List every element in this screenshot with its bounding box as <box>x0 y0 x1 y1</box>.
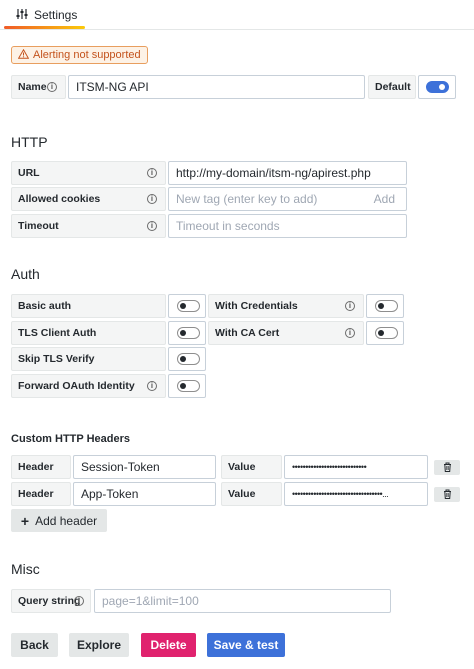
basic-auth-toggle-box <box>168 294 206 318</box>
explore-button[interactable]: Explore <box>69 633 129 657</box>
sliders-icon <box>16 8 28 23</box>
delete-button[interactable]: Delete <box>141 633 196 657</box>
header-name-input[interactable]: Session-Token <box>73 455 216 479</box>
name-input[interactable]: ITSM-NG API <box>68 75 365 99</box>
tls-client-auth-label: TLS Client Auth <box>11 321 166 345</box>
info-icon[interactable]: i <box>147 221 157 231</box>
alerting-warning-badge: Alerting not supported <box>11 46 148 64</box>
with-ca-cert-label: With CA Cert i <box>208 321 364 345</box>
skip-tls-verify-label: Skip TLS Verify <box>11 347 166 371</box>
url-label: URL i <box>11 161 166 185</box>
warning-icon <box>17 48 30 62</box>
auth-section-title: Auth <box>11 266 40 282</box>
plus-icon: + <box>20 512 30 529</box>
info-icon[interactable]: i <box>147 194 157 204</box>
cookies-placeholder: New tag (enter key to add) <box>176 192 318 206</box>
info-icon[interactable]: i <box>345 328 355 338</box>
basic-auth-toggle[interactable] <box>177 300 200 312</box>
custom-headers-title: Custom HTTP Headers <box>11 433 130 445</box>
with-credentials-toggle[interactable] <box>375 300 398 312</box>
default-toggle-box <box>418 75 456 99</box>
trash-icon <box>443 488 452 502</box>
value-label: Value <box>221 482 282 506</box>
with-credentials-toggle-box <box>366 294 404 318</box>
query-string-label: Query string i <box>11 589 91 613</box>
forward-oauth-toggle-box <box>168 374 206 398</box>
with-ca-cert-toggle-box <box>366 321 404 345</box>
info-icon[interactable]: i <box>147 381 157 391</box>
allowed-cookies-label: Allowed cookies i <box>11 187 166 211</box>
tls-client-auth-toggle-box <box>168 321 206 345</box>
http-section-title: HTTP <box>11 134 48 150</box>
url-input[interactable]: http://my-domain/itsm-ng/apirest.php <box>168 161 407 185</box>
skip-tls-verify-toggle-box <box>168 347 206 371</box>
delete-header-button[interactable] <box>434 487 460 502</box>
header-label: Header <box>11 455 71 479</box>
misc-section-title: Misc <box>11 561 40 577</box>
forward-oauth-toggle[interactable] <box>177 380 200 392</box>
default-label: Default <box>368 75 416 99</box>
query-string-input[interactable]: page=1&limit=100 <box>94 589 391 613</box>
info-icon[interactable]: i <box>345 301 355 311</box>
default-toggle[interactable] <box>426 81 449 93</box>
header-name-input[interactable]: App-Token <box>73 482 216 506</box>
delete-header-button[interactable] <box>434 460 460 475</box>
add-cookie-button[interactable]: Add <box>374 192 395 206</box>
info-icon[interactable]: i <box>74 596 84 606</box>
allowed-cookies-input[interactable]: New tag (enter key to add) Add <box>168 187 407 211</box>
tab-settings-label: Settings <box>34 8 78 22</box>
header-value-input[interactable]: •••••••••••••••••••••••••••• <box>284 455 428 479</box>
name-label: Name i <box>11 75 66 99</box>
info-icon[interactable]: i <box>47 82 57 92</box>
info-icon[interactable]: i <box>147 168 157 178</box>
timeout-input[interactable]: Timeout in seconds <box>168 214 407 238</box>
timeout-label: Timeout i <box>11 214 166 238</box>
skip-tls-verify-toggle[interactable] <box>177 353 200 365</box>
forward-oauth-label: Forward OAuth Identity i <box>11 374 166 398</box>
header-label: Header <box>11 482 71 506</box>
tab-bar: Settings <box>0 0 474 30</box>
active-tab-indicator <box>4 26 85 29</box>
tls-client-auth-toggle[interactable] <box>177 327 200 339</box>
trash-icon <box>443 461 452 475</box>
alert-text: Alerting not supported <box>33 49 141 61</box>
value-label: Value <box>221 455 282 479</box>
basic-auth-label: Basic auth <box>11 294 166 318</box>
with-ca-cert-toggle[interactable] <box>375 327 398 339</box>
add-header-button[interactable]: + Add header <box>11 509 107 532</box>
header-value-input[interactable]: ••••••••••••••••••••••••••••••••••... <box>284 482 428 506</box>
with-credentials-label: With Credentials i <box>208 294 364 318</box>
back-button[interactable]: Back <box>11 633 58 657</box>
save-and-test-button[interactable]: Save & test <box>207 633 285 657</box>
